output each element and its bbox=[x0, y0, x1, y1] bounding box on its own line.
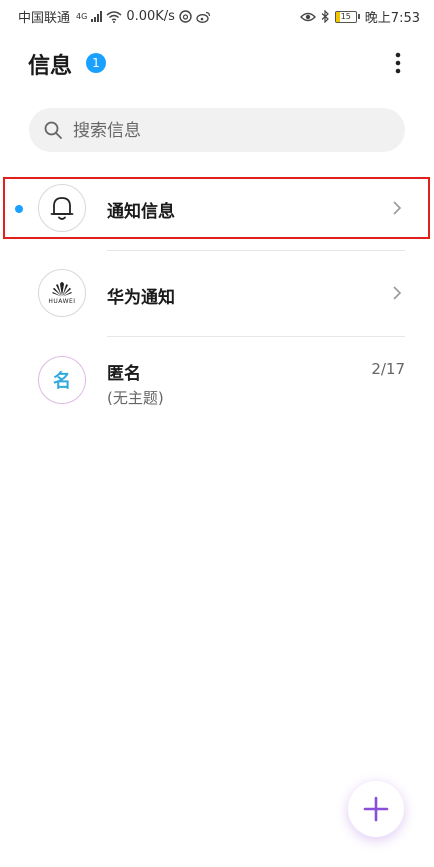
avatar: HUAWEI bbox=[38, 269, 86, 317]
more-vertical-icon bbox=[395, 52, 401, 74]
plus-icon bbox=[363, 796, 389, 822]
more-options-button[interactable] bbox=[386, 48, 410, 78]
conversation-item-huawei[interactable]: HUAWEI 华为通知 bbox=[0, 251, 434, 337]
avatar: 名 bbox=[38, 356, 86, 404]
network-speed: 0.00K/s bbox=[126, 9, 175, 24]
avatar-initial: 名 bbox=[53, 371, 71, 392]
netease-music-icon bbox=[179, 10, 192, 23]
bluetooth-icon bbox=[321, 10, 329, 23]
avatar bbox=[38, 184, 86, 232]
status-bar: 中国联通 4G 0.00K/s 15 晚上7:53 bbox=[0, 0, 434, 30]
conversation-date: 2/17 bbox=[371, 360, 405, 378]
status-bar-left: 中国联通 4G 0.00K/s bbox=[18, 7, 211, 26]
eye-comfort-icon bbox=[299, 12, 316, 21]
network-type-badge: 4G bbox=[76, 12, 88, 21]
huawei-logo-icon: HUAWEI bbox=[48, 281, 75, 305]
conversation-title: 华为通知 bbox=[107, 288, 175, 308]
app-header: 信息 1 bbox=[0, 40, 434, 86]
search-input[interactable] bbox=[71, 108, 375, 154]
wifi-icon bbox=[106, 10, 122, 23]
chevron-right-icon bbox=[393, 201, 402, 215]
clock: 晚上7:53 bbox=[364, 11, 420, 26]
conversation-preview: (无主题) bbox=[107, 389, 164, 407]
chevron-right-icon bbox=[393, 286, 402, 300]
battery-level: 15 bbox=[340, 11, 351, 21]
conversation-title: 匿名 bbox=[107, 364, 141, 384]
status-bar-right: 15 晚上7:53 bbox=[299, 7, 420, 26]
unread-dot bbox=[15, 205, 23, 213]
weibo-icon bbox=[196, 11, 211, 23]
carrier-label: 中国联通 bbox=[18, 11, 71, 26]
signal-icon bbox=[91, 11, 103, 22]
unread-count-badge: 1 bbox=[86, 53, 106, 73]
battery-icon: 15 bbox=[334, 10, 360, 23]
huawei-logo-text: HUAWEI bbox=[48, 298, 76, 305]
new-message-button[interactable] bbox=[348, 781, 404, 837]
conversation-item-anonymous[interactable]: 名 匿名 (无主题) 2/17 bbox=[0, 337, 434, 423]
search-bar[interactable] bbox=[29, 108, 405, 154]
search-icon bbox=[44, 121, 62, 139]
page-title: 信息 bbox=[28, 54, 73, 79]
conversation-title: 通知信息 bbox=[107, 202, 175, 222]
bell-icon bbox=[50, 197, 74, 220]
conversation-item-notifications[interactable]: 通知信息 bbox=[0, 166, 434, 252]
